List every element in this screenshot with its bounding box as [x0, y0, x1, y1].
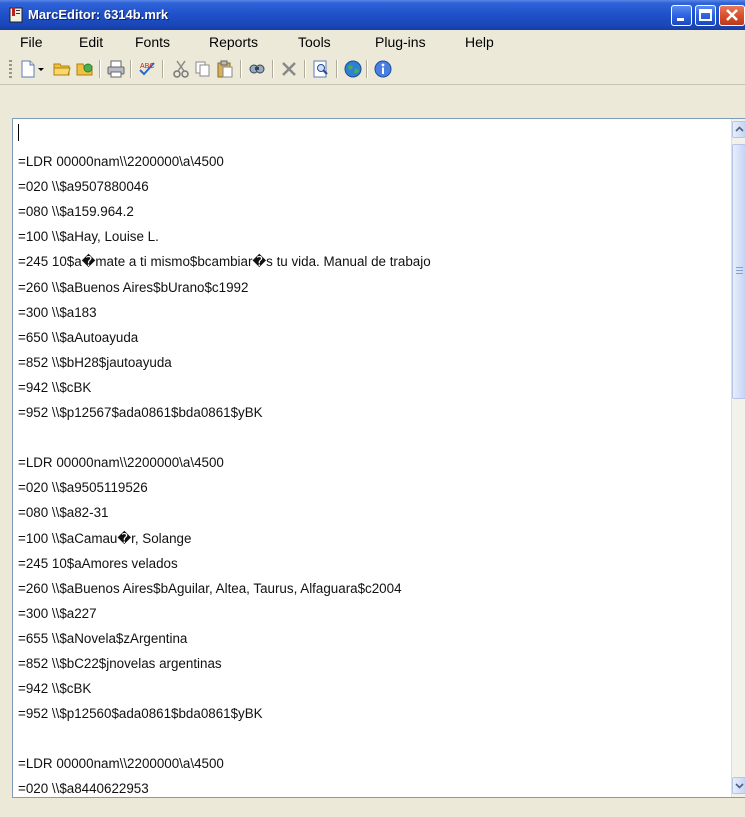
editor-line: =650 \\$aAutoayuda: [18, 329, 139, 345]
preview-icon[interactable]: [312, 60, 330, 78]
editor-line: =852 \\$bH28$jautoayuda: [18, 354, 172, 370]
delete-icon[interactable]: [280, 60, 298, 78]
toolbar: ABC: [0, 54, 745, 85]
editor-line: =080 \\$a82-31: [18, 505, 109, 521]
new-document-icon[interactable]: [19, 60, 37, 78]
menu-tools[interactable]: Tools: [298, 34, 331, 50]
toolbar-separator: [336, 60, 338, 78]
editor-line: =245 10$a�mate a ti mismo$bcambiar�s tu …: [18, 254, 431, 270]
toolbar-separator: [304, 60, 306, 78]
editor-line: =952 \\$p12560$ada0861$bda0861$yBK: [18, 706, 263, 722]
marceditor-app-icon: [9, 7, 23, 23]
editor-line: =300 \\$a227: [18, 605, 97, 621]
copy-icon[interactable]: [194, 60, 212, 78]
print-icon[interactable]: [107, 60, 125, 78]
menu-edit[interactable]: Edit: [79, 34, 103, 50]
editor-line: =942 \\$cBK: [18, 379, 92, 395]
editor-line: =LDR 00000nam\\2200000\a\4500: [18, 756, 224, 772]
chevron-down-icon: [735, 783, 744, 789]
editor-line: =260 \\$aBuenos Aires$bAguilar, Altea, T…: [18, 580, 402, 596]
menu-file[interactable]: File: [20, 34, 43, 50]
toolbar-separator: [272, 60, 274, 78]
maximize-button[interactable]: [695, 5, 716, 26]
editor-line: =LDR 00000nam\\2200000\a\4500: [18, 154, 224, 170]
minimize-button[interactable]: [671, 5, 692, 26]
editor-line: =020 \\$a9505119526: [18, 480, 148, 496]
cut-icon[interactable]: [172, 60, 190, 78]
find-icon[interactable]: [248, 60, 266, 78]
menu-reports[interactable]: Reports: [209, 34, 258, 50]
title-bar[interactable]: MarcEditor: 6314b.mrk: [0, 0, 745, 30]
menu-fonts[interactable]: Fonts: [135, 34, 170, 50]
menu-help[interactable]: Help: [465, 34, 494, 50]
editor-line: =245 10$aAmores velados: [18, 555, 178, 571]
toolbar-separator: [162, 60, 164, 78]
marceditor-window: MarcEditor: 6314b.mrk File Edit Fonts Re…: [0, 0, 745, 817]
info-icon[interactable]: [374, 60, 392, 78]
status-bar: [0, 798, 745, 817]
open-folder-icon[interactable]: [53, 60, 71, 78]
web-globe-icon[interactable]: [344, 60, 362, 78]
minimize-icon: [677, 18, 684, 21]
editor-lines[interactable]: =LDR 00000nam\\2200000\a\4500 =020 \\$a9…: [18, 124, 730, 802]
maximize-icon: [699, 9, 712, 21]
chevron-up-icon: [735, 126, 744, 132]
svg-text:ABC: ABC: [140, 63, 154, 70]
paste-icon[interactable]: [216, 60, 234, 78]
close-icon: [726, 9, 738, 21]
toolbar-separator: [99, 60, 101, 78]
editor-line: =300 \\$a183: [18, 304, 97, 320]
editor-line: =100 \\$aCamau�r, Solange: [18, 530, 192, 546]
editor-line: =852 \\$bC22$jnovelas argentinas: [18, 655, 222, 671]
thumb-grip-icon: [736, 267, 743, 274]
toolbar-separator: [366, 60, 368, 78]
editor-line: =952 \\$p12567$ada0861$bda0861$yBK: [18, 405, 263, 421]
toolbar-separator: [130, 60, 132, 78]
toolbar-grip[interactable]: [9, 60, 12, 78]
window-title: MarcEditor: 6314b.mrk: [28, 7, 169, 22]
vertical-scrollbar[interactable]: [731, 119, 745, 797]
scroll-down-button[interactable]: [732, 777, 745, 794]
editor-line: =942 \\$cBK: [18, 681, 92, 697]
editor-line: =655 \\$aNovela$zArgentina: [18, 630, 188, 646]
close-button[interactable]: [719, 5, 745, 26]
menu-bar: File Edit Fonts Reports Tools Plug-ins H…: [0, 30, 745, 54]
editor-line: =LDR 00000nam\\2200000\a\4500: [18, 455, 224, 471]
open-recent-icon[interactable]: [76, 60, 94, 78]
scroll-up-button[interactable]: [732, 121, 745, 138]
toolbar-separator: [240, 60, 242, 78]
dropdown-arrow-icon[interactable]: [37, 60, 46, 78]
spellcheck-icon[interactable]: ABC: [138, 60, 156, 78]
editor-line: =100 \\$aHay, Louise L.: [18, 229, 159, 245]
scroll-thumb[interactable]: [732, 144, 745, 399]
editor-line: =020 \\$a9507880046: [18, 179, 149, 195]
editor-line: =080 \\$a159.964.2: [18, 204, 134, 220]
menu-plug-ins[interactable]: Plug-ins: [375, 34, 426, 50]
editor-line: =260 \\$aBuenos Aires$bUrano$c1992: [18, 279, 249, 295]
